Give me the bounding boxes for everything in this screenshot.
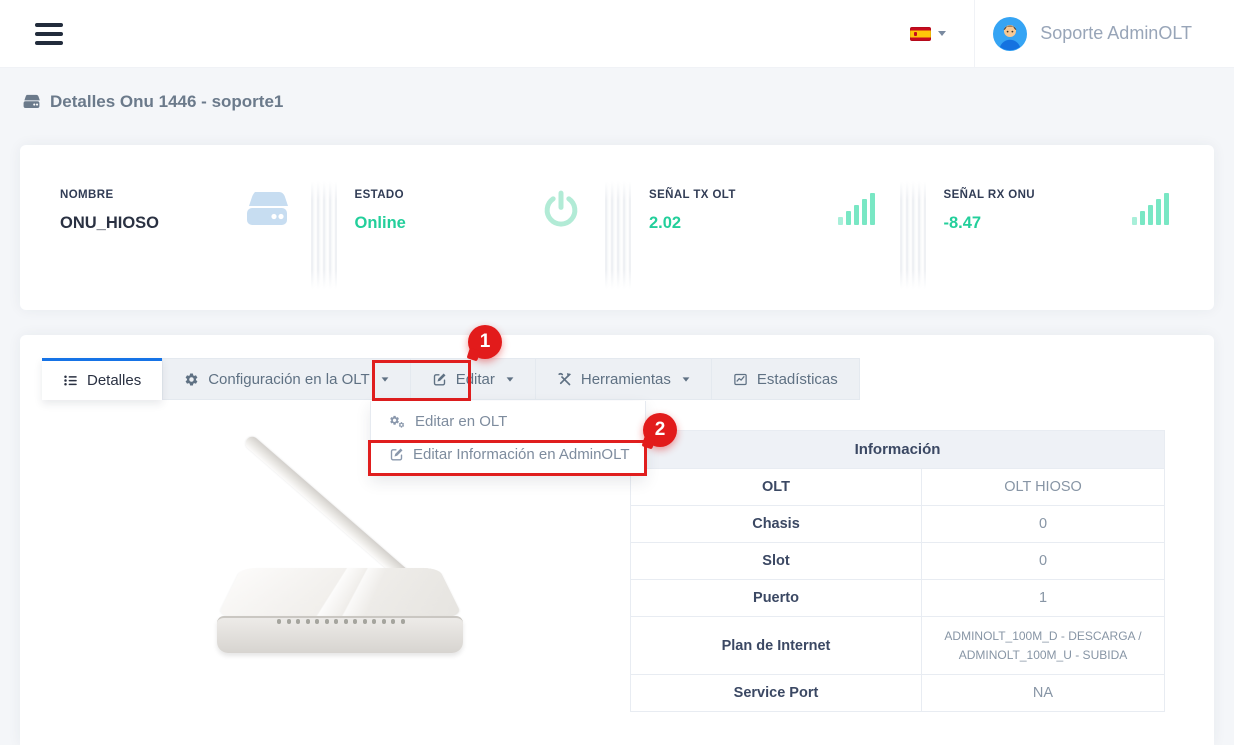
menu-item-label: Editar Información en AdminOLT [413,446,630,463]
tab-detalles[interactable]: Detalles [42,358,162,400]
tab-herramientas[interactable]: Herramientas [536,358,712,400]
tab-bar: Detalles Configuración en la OLT Editar [42,358,860,400]
stat-divider [311,181,337,289]
informacion-table: Información OLT OLT HIOSO Chasis 0 Slot … [630,430,1165,712]
stat-divider [900,181,926,289]
tab-label: Editar [456,371,495,388]
table-row: Slot 0 [631,543,1165,580]
tools-icon [557,372,572,387]
signal-bars-icon [1120,189,1180,229]
editar-dropdown-menu: Editar en OLT Editar Información en Admi… [370,401,646,476]
router-front-face [217,616,463,653]
avatar [993,17,1027,51]
stat-label: SEÑAL TX OLT [649,189,826,201]
gear-icon [184,372,199,387]
caret-down-icon [938,31,946,36]
onu-details-panel: Detalles Configuración en la OLT Editar [20,335,1214,745]
stat-label: SEÑAL RX ONU [944,189,1121,201]
edit-icon [432,372,447,387]
row-label: Slot [631,543,922,580]
caret-down-icon [683,377,690,381]
row-value: 1 [922,580,1165,617]
row-value: ADMINOLT_100M_D - DESCARGA / ADMINOLT_10… [922,617,1165,675]
edit-icon [389,447,404,462]
menu-item-label: Editar en OLT [415,413,507,430]
stat-value: Online [355,214,532,233]
hamburger-menu-icon[interactable] [35,18,63,50]
annotation-step-2-badge: 2 [643,413,677,447]
table-row: Plan de Internet ADMINOLT_100M_D - DESCA… [631,617,1165,675]
page-title-text: Detalles Onu 1446 - soporte1 [50,92,283,112]
stat-label: ESTADO [355,189,532,201]
tab-label: Configuración en la OLT [208,371,369,388]
row-value: OLT HIOSO [922,469,1165,506]
tab-editar[interactable]: Editar [411,358,536,400]
router-icon [237,189,297,229]
list-icon [63,373,78,388]
table-row: Puerto 1 [631,580,1165,617]
stat-value: -8.47 [944,214,1121,233]
router-top-face [217,568,463,617]
chart-icon [733,372,748,387]
row-label: OLT [631,469,922,506]
signal-bars-icon [826,189,886,229]
spain-flag-icon [910,27,931,41]
table-header: Información [631,431,1165,469]
stat-value: 2.02 [649,214,826,233]
row-label: Chasis [631,506,922,543]
tab-configuracion-olt[interactable]: Configuración en la OLT [162,358,410,400]
cogs-icon [389,414,406,429]
tab-label: Herramientas [581,371,671,388]
row-label: Service Port [631,675,922,712]
onu-device-icon [22,94,41,110]
router-led-row [277,619,405,624]
language-selector[interactable] [882,27,974,41]
top-navbar: Soporte AdminOLT [0,0,1234,68]
caret-down-icon [381,377,388,381]
user-name: Soporte AdminOLT [1040,23,1192,44]
stat-divider [605,181,631,289]
caret-down-icon [506,377,513,381]
table-row: Chasis 0 [631,506,1165,543]
menu-item-editar-informacion-adminolt[interactable]: Editar Información en AdminOLT [371,438,645,471]
page-title: Detalles Onu 1446 - soporte1 [22,92,283,112]
stat-label: NOMBRE [60,189,237,201]
row-label: Puerto [631,580,922,617]
annotation-step-1-badge: 1 [468,325,502,359]
stat-nombre: NOMBRE ONU_HIOSO [60,189,311,310]
row-label: Plan de Internet [631,617,922,675]
stat-estado: ESTADO Online [355,189,606,310]
tab-label: Detalles [87,372,141,389]
menu-item-editar-en-olt[interactable]: Editar en OLT [371,405,645,438]
tab-estadisticas[interactable]: Estadísticas [712,358,860,400]
tab-label: Estadísticas [757,371,838,388]
power-icon [531,189,591,229]
user-menu[interactable]: Soporte AdminOLT [975,17,1234,51]
row-value: NA [922,675,1165,712]
table-row: OLT OLT HIOSO [631,469,1165,506]
stat-value: ONU_HIOSO [60,214,237,233]
onu-status-card: NOMBRE ONU_HIOSO ESTADO Online SEÑ [20,145,1214,310]
stat-senal-tx-olt: SEÑAL TX OLT 2.02 [649,189,900,310]
row-value: 0 [922,506,1165,543]
table-row: Service Port NA [631,675,1165,712]
stat-senal-rx-onu: SEÑAL RX ONU -8.47 [944,189,1195,310]
row-value: 0 [922,543,1165,580]
